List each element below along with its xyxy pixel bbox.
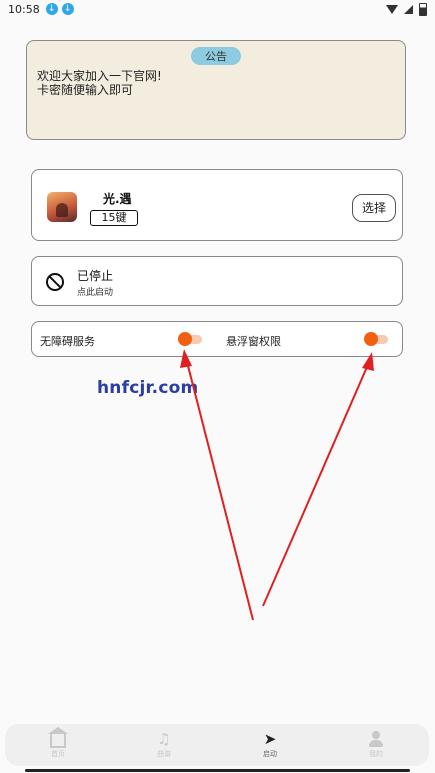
nav-label-profile: 我的 bbox=[369, 750, 383, 758]
nav-label-home: 首页 bbox=[51, 750, 65, 758]
game-icon bbox=[47, 192, 77, 222]
signal-icon bbox=[404, 4, 413, 14]
send-icon: ➤ bbox=[263, 730, 277, 748]
toggle-thumb bbox=[364, 332, 378, 346]
game-card: 光.遇 15键 选择 bbox=[31, 169, 403, 241]
nav-label-music: 曲谱 bbox=[157, 750, 171, 758]
bottom-navigation: 首页 ♫ 曲谱 ➤ 启动 我的 bbox=[5, 724, 429, 766]
service-status-title: 已停止 bbox=[77, 269, 114, 283]
annotation-arrow-right bbox=[262, 359, 371, 607]
download-icon: ↓ bbox=[45, 3, 58, 15]
announcement-badge: 公告 bbox=[191, 47, 241, 65]
gesture-home-bar[interactable] bbox=[25, 769, 410, 772]
status-time: 10:58 bbox=[8, 2, 40, 16]
app-screen: 10:58 ↓ ↓ 公告 欢迎大家加入一下官网! 卡密随便输入即可 光.遇 15… bbox=[0, 0, 435, 773]
overlay-permission-label: 悬浮窗权限 bbox=[226, 335, 281, 348]
nav-item-music[interactable]: ♫ 曲谱 bbox=[134, 731, 194, 759]
announcement-box: 公告 欢迎大家加入一下官网! 卡密随便输入即可 bbox=[26, 40, 406, 140]
status-bar: 10:58 ↓ ↓ bbox=[0, 0, 435, 18]
nav-item-launch[interactable]: ➤ 启动 bbox=[240, 731, 300, 759]
nav-label-launch: 启动 bbox=[263, 750, 277, 758]
battery-icon bbox=[419, 2, 427, 16]
stop-icon bbox=[46, 273, 64, 291]
service-status-card[interactable]: 已停止 点此启动 bbox=[31, 256, 403, 306]
nav-item-home[interactable]: 首页 bbox=[28, 727, 88, 759]
announcement-text: 欢迎大家加入一下官网! 卡密随便输入即可 bbox=[37, 69, 162, 97]
service-status-subtitle: 点此启动 bbox=[77, 288, 114, 298]
accessibility-service-label: 无障碍服务 bbox=[40, 335, 95, 348]
wifi-icon bbox=[386, 4, 398, 14]
music-icon: ♫ bbox=[157, 730, 171, 748]
status-icons bbox=[386, 2, 427, 16]
permissions-card: 无障碍服务 悬浮窗权限 bbox=[31, 321, 403, 357]
person-icon bbox=[369, 731, 383, 747]
download-icon: ↓ bbox=[61, 3, 74, 15]
watermark-text: hnfcjr.com bbox=[97, 378, 199, 398]
nav-item-profile[interactable]: 我的 bbox=[346, 731, 406, 759]
home-icon bbox=[48, 727, 68, 748]
accessibility-service-toggle[interactable] bbox=[178, 332, 202, 346]
select-button[interactable]: 选择 bbox=[352, 194, 396, 222]
game-keys-badge: 15键 bbox=[90, 210, 138, 226]
toggle-thumb bbox=[178, 332, 192, 346]
overlay-permission-toggle[interactable] bbox=[364, 332, 388, 346]
game-name: 光.遇 bbox=[103, 192, 132, 206]
